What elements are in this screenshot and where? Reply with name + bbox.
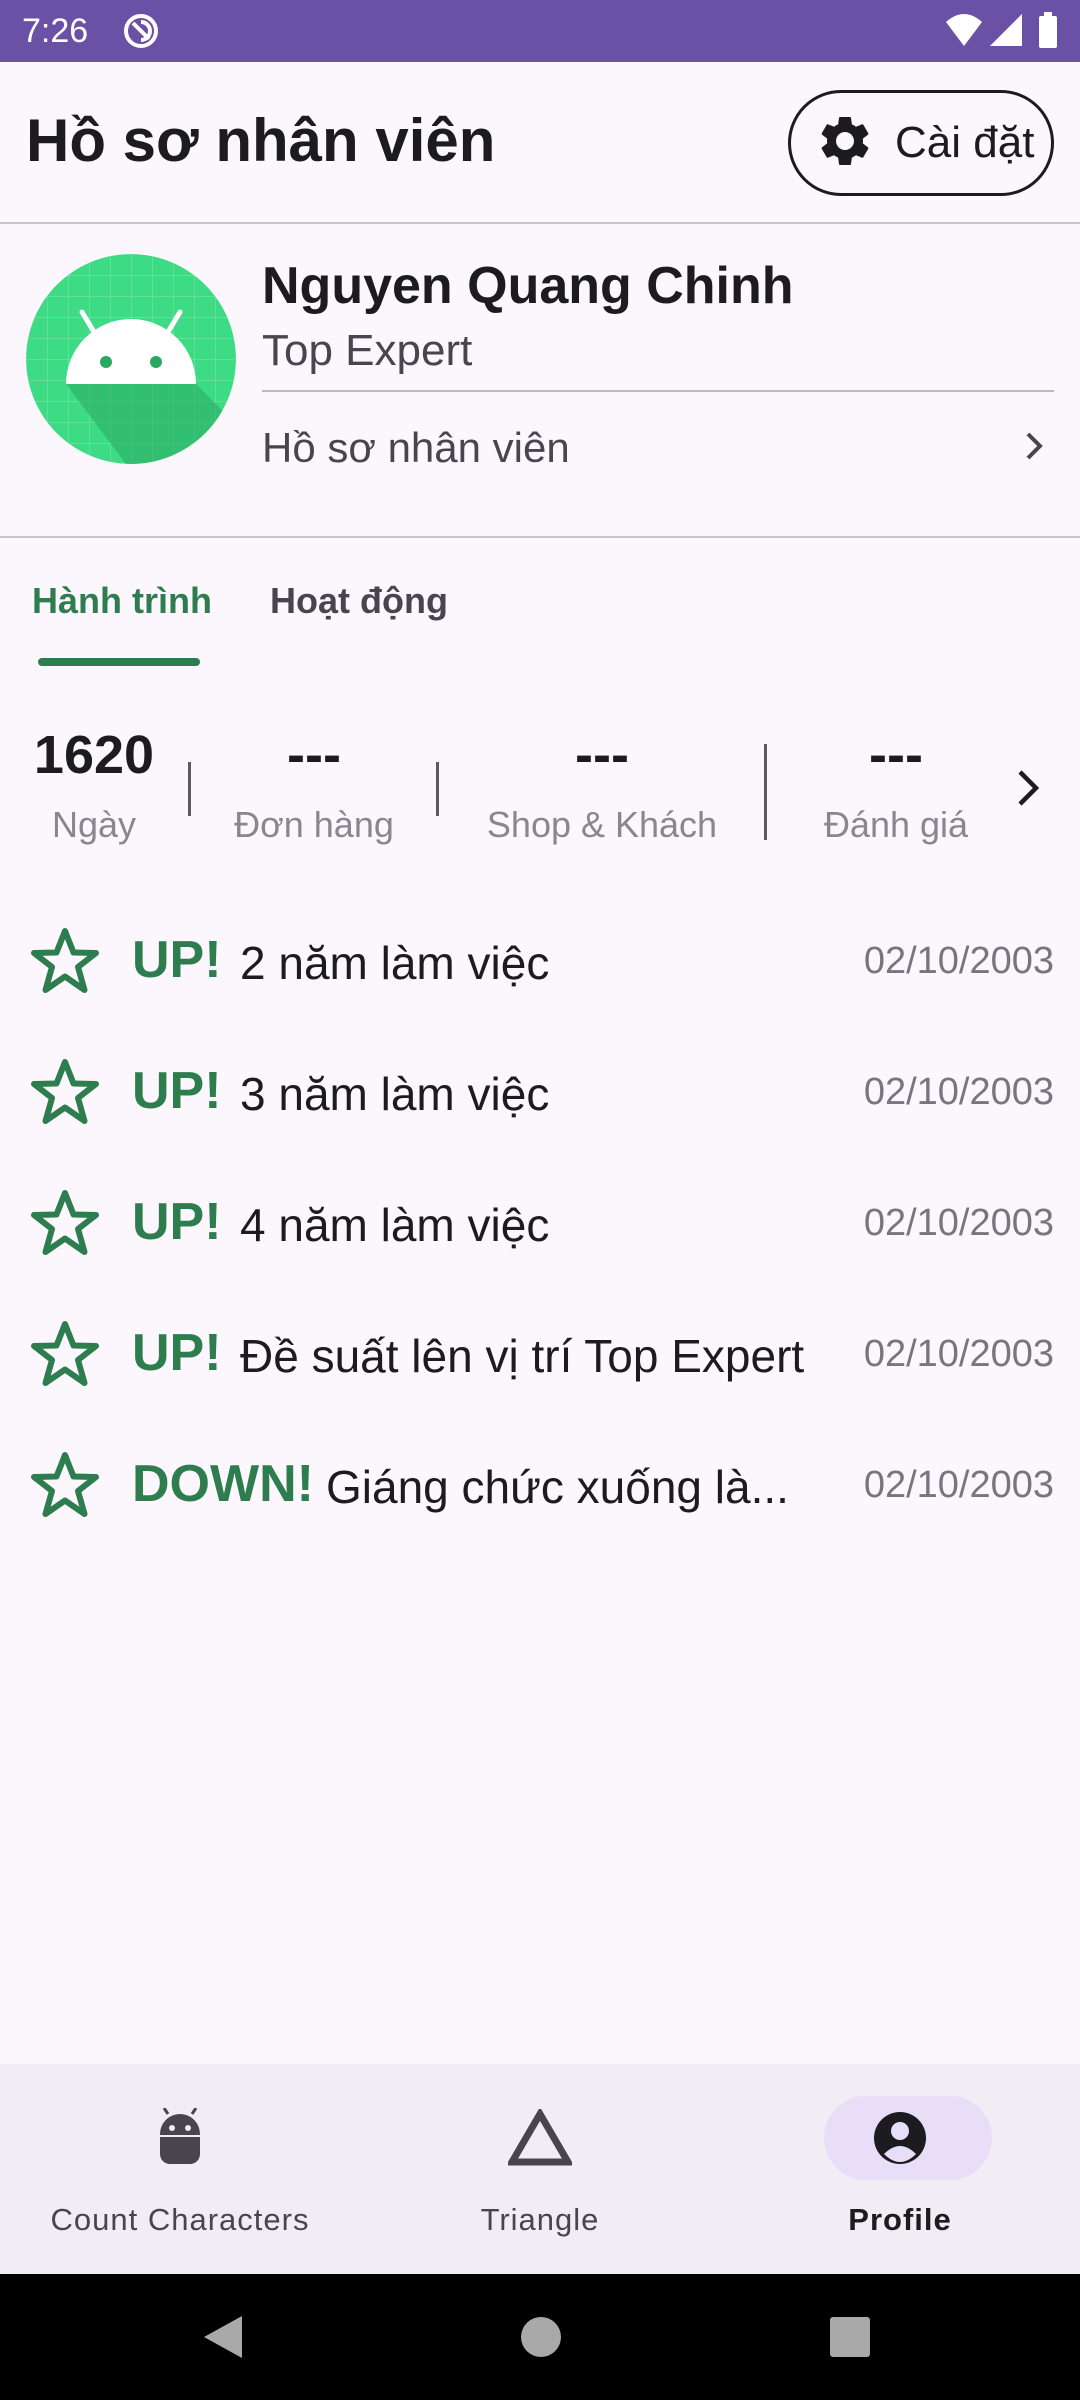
stat-label: Ngày — [51, 804, 137, 845]
stat-value: --- — [575, 725, 629, 785]
do-not-disturb-icon — [122, 12, 160, 55]
gear-icon — [815, 111, 875, 176]
tab-bar: Hành trình Hoạt động — [0, 560, 1080, 670]
bottom-navigation: Count Characters Triangle Profile — [0, 2064, 1080, 2274]
android-icon — [0, 2096, 360, 2180]
signal-icon — [988, 12, 1024, 53]
app-bar: Hồ sơ nhân viên Cài đặt — [0, 62, 1080, 222]
status-time: 7:26 — [22, 12, 89, 50]
nav-item-triangle[interactable]: Triangle — [360, 2064, 720, 2274]
stat-value: 1620 — [33, 725, 155, 785]
tab-activity[interactable]: Hoạt động — [270, 580, 448, 622]
settings-label: Cài đặt — [895, 118, 1035, 167]
stat-label: Đánh giá — [823, 804, 969, 845]
event-text: 4 năm làm việc — [240, 1199, 550, 1251]
event-text: 3 năm làm việc — [240, 1068, 550, 1120]
event-date: 02/10/2003 — [863, 1333, 1054, 1375]
account-circle-icon — [720, 2096, 1080, 2180]
stat-separator — [436, 762, 439, 816]
battery-icon — [1038, 12, 1058, 53]
stats-row: 1620 Ngày --- Đơn hàng --- Shop & Khách … — [0, 720, 1080, 870]
recents-icon[interactable] — [830, 2317, 870, 2362]
event-tag: UP! — [132, 1193, 222, 1251]
list-item[interactable]: UP! 3 năm làm việc 02/10/2003 — [0, 1031, 1080, 1151]
event-text: 2 năm làm việc — [240, 937, 550, 989]
nav-item-profile[interactable]: Profile — [720, 2064, 1080, 2274]
tab-journey[interactable]: Hành trình — [32, 580, 212, 622]
divider — [262, 390, 1054, 392]
profile-name: Nguyen Quang Chinh — [262, 257, 794, 315]
tab-indicator — [38, 658, 200, 666]
profile-link-row[interactable]: Hồ sơ nhân viên — [262, 400, 1054, 496]
stats-next-button[interactable] — [1006, 766, 1050, 815]
divider — [0, 536, 1080, 538]
stat-ratings: --- Đánh giá — [800, 720, 992, 846]
event-tag: UP! — [132, 1062, 222, 1120]
profile-link-label: Hồ sơ nhân viên — [262, 424, 570, 471]
star-icon — [30, 1319, 100, 1394]
divider — [0, 222, 1080, 224]
nav-label: Triangle — [480, 2202, 600, 2237]
stat-separator — [188, 762, 191, 816]
back-icon[interactable] — [200, 2314, 246, 2365]
event-date: 02/10/2003 — [863, 1071, 1054, 1113]
list-item[interactable]: DOWN! Giáng chức xuống là... 02/10/2003 — [0, 1424, 1080, 1544]
event-text: Đề suất lên vị trí Top Expert — [240, 1330, 805, 1382]
nav-item-count-characters[interactable]: Count Characters — [0, 2064, 360, 2274]
event-date: 02/10/2003 — [863, 940, 1054, 982]
star-icon — [30, 1450, 100, 1525]
status-bar: 7:26 — [0, 0, 1080, 62]
star-icon — [30, 1057, 100, 1132]
triangle-icon — [360, 2096, 720, 2180]
event-date: 02/10/2003 — [863, 1464, 1054, 1506]
stat-value: --- — [869, 725, 923, 785]
stat-label: Đơn hàng — [234, 804, 394, 845]
list-item[interactable]: UP! 2 năm làm việc 02/10/2003 — [0, 900, 1080, 1020]
system-navigation-bar — [0, 2274, 1080, 2400]
settings-button[interactable]: Cài đặt — [788, 90, 1054, 196]
list-item[interactable]: UP! 4 năm làm việc 02/10/2003 — [0, 1162, 1080, 1282]
stat-value: --- — [287, 725, 341, 785]
event-date: 02/10/2003 — [863, 1202, 1054, 1244]
event-tag: DOWN! — [132, 1455, 314, 1513]
chevron-right-icon — [1014, 426, 1054, 471]
wifi-icon — [944, 12, 984, 53]
stat-label: Shop & Khách — [486, 804, 718, 845]
home-icon[interactable] — [520, 2316, 562, 2363]
stat-shops-customers: --- Shop & Khách — [474, 720, 730, 846]
profile-role: Top Expert — [262, 326, 473, 375]
list-item[interactable]: UP! Đề suất lên vị trí Top Expert 02/10/… — [0, 1293, 1080, 1413]
stat-orders: --- Đơn hàng — [220, 720, 408, 846]
stat-days: 1620 Ngày — [26, 720, 162, 846]
event-text: Giáng chức xuống là... — [326, 1461, 789, 1513]
page-title: Hồ sơ nhân viên — [26, 107, 496, 174]
event-tag: UP! — [132, 1324, 222, 1382]
star-icon — [30, 926, 100, 1001]
chevron-right-icon — [1006, 770, 1050, 814]
stat-separator — [764, 744, 767, 840]
nav-label: Count Characters — [50, 2202, 310, 2237]
nav-label: Profile — [848, 2202, 952, 2237]
avatar — [26, 254, 236, 464]
event-tag: UP! — [132, 931, 222, 989]
star-icon — [30, 1188, 100, 1263]
